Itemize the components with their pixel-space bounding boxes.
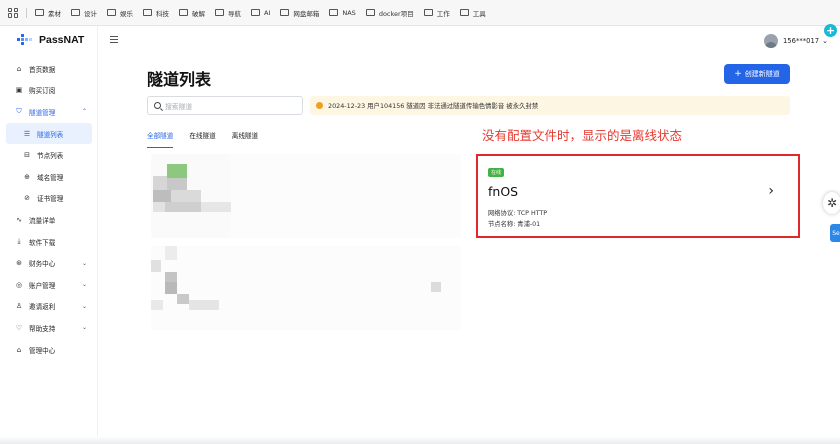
floating-side-button[interactable]: Se [830, 224, 840, 242]
sidebar-item-node-list[interactable]: ⊟ 节点列表 [0, 144, 98, 166]
invite-icon: ♙ [15, 302, 23, 311]
user-menu[interactable]: 156***017 ⌄ [763, 34, 828, 48]
chevron-down-icon: ⌄ [81, 302, 87, 310]
user-name: 156***017 [782, 37, 820, 45]
sidebar-nav: ⌂ 首页数据 ▣ 购买订阅 ⛉ 隧道管理 ⌃ ☰ 隧道列表 ⊟ 节点列表 ⊕ 域名管理 ⊘ 证书… [0, 58, 98, 360]
tunnel-tabs: 全部隧道 在线隧道 离线隧道 [147, 130, 274, 148]
chevron-up-icon: ⌃ [81, 108, 87, 116]
sidebar-item-domains[interactable]: ⊕ 域名管理 [0, 166, 98, 188]
tunnel-node: 节点名称: 青浦-01 [488, 221, 541, 228]
folder-icon [280, 9, 290, 16]
folder-icon [365, 9, 375, 16]
globe-icon: ⊕ [24, 172, 30, 181]
search-placeholder: 搜索隧道 [165, 102, 193, 111]
sidebar-item-downloads[interactable]: ⤓ 软件下载 [0, 231, 98, 253]
plus-icon[interactable]: + [824, 24, 837, 37]
tab-online-tunnels[interactable]: 在线隧道 [189, 130, 215, 148]
folder-icon [143, 9, 152, 16]
search-input[interactable]: 搜索隧道 [147, 96, 303, 115]
sidebar-item-traffic[interactable]: ∿ 流量详单 [0, 209, 98, 231]
chevron-down-icon: ⌄ [81, 324, 87, 332]
brand-name: PassNAT [39, 34, 85, 46]
page-title: 隧道列表 [147, 70, 212, 89]
warning-icon [316, 102, 323, 109]
activity-icon: ∿ [16, 215, 22, 224]
tab-offline-tunnels[interactable]: 离线隧道 [232, 130, 258, 148]
sidebar-item-account[interactable]: ◎ 账户管理 ⌄ [0, 274, 98, 296]
sidebar: PassNAT ⌂ 首页数据 ▣ 购买订阅 ⛉ 隧道管理 ⌃ ☰ 隧道列表 ⊟ 节点列表 ⊕… [0, 26, 98, 444]
tunnel-protocol: 网络协议: TCP HTTP [488, 210, 548, 217]
tunnel-name: fnOS [488, 184, 519, 199]
annotation-text: 没有配置文件时，显示的是离线状态 [482, 128, 683, 143]
sidebar-item-admin[interactable]: ⌂ 管理中心 [0, 339, 98, 361]
main-content: 156***017 ⌄ + 隧道列表 + 创建新隧道 搜索隧道 2024-12-… [99, 24, 840, 444]
admin-icon: ⌂ [16, 345, 22, 354]
floating-tool-icon[interactable]: ✲ [823, 192, 840, 214]
folder-icon [71, 9, 80, 16]
bookmark-folder[interactable]: 网盘邮箱 [280, 8, 319, 18]
folder-icon [35, 9, 44, 16]
cart-icon: ▣ [15, 86, 23, 95]
app-window: PassNAT ⌂ 首页数据 ▣ 购买订阅 ⛉ 隧道管理 ⌃ ☰ 隧道列表 ⊟ 节点列表 ⊕… [0, 24, 840, 444]
folder-icon [251, 9, 260, 16]
chevron-down-icon: ⌄ [81, 281, 87, 289]
shield-icon: ⛉ [16, 107, 22, 116]
folder-icon [329, 9, 339, 16]
list-icon: ☰ [23, 129, 31, 138]
bookmark-separator [26, 7, 27, 18]
bookmark-folder[interactable]: 工作 [423, 8, 450, 18]
bookmark-folder[interactable]: AI [251, 9, 270, 17]
create-tunnel-button[interactable]: + 创建新隧道 [724, 64, 790, 84]
redacted-tunnel-card [151, 246, 461, 330]
sidebar-item-finance[interactable]: ⊛ 财务中心 ⌄ [0, 252, 98, 274]
bookmark-folder[interactable]: 破解 [179, 8, 205, 18]
sidebar-item-invite[interactable]: ♙ 邀请返利 ⌄ [0, 296, 98, 318]
bookmark-folder[interactable]: 娱乐 [107, 8, 133, 18]
apps-grid-icon[interactable] [8, 7, 18, 18]
avatar [763, 34, 778, 48]
bookmark-folder[interactable]: 工具 [459, 8, 486, 18]
redacted-tunnel-card [151, 154, 461, 238]
tunnel-card[interactable]: 在线 fnOS 网络协议: TCP HTTP 节点名称: 青浦-01 › [476, 154, 800, 238]
logo-icon [17, 34, 33, 46]
certificate-icon: ⊘ [24, 194, 30, 203]
sidebar-item-tunnel-list[interactable]: ☰ 隧道列表 [6, 122, 92, 145]
bookmark-folder[interactable]: 素材 [35, 8, 61, 18]
folder-icon [215, 9, 224, 16]
bookmarks-bar: 素材 设计 娱乐 科技 破解 导航 AI 网盘邮箱 NAS docker项目 工… [0, 0, 840, 26]
chevron-right-icon[interactable]: › [768, 183, 774, 199]
bookmark-folder[interactable]: 导航 [215, 8, 241, 18]
folder-icon [107, 9, 116, 16]
bookmark-folder[interactable]: 设计 [71, 8, 97, 18]
chevron-down-icon: ⌄ [81, 259, 87, 267]
status-badge: 在线 [488, 168, 505, 177]
home-icon: ⌂ [16, 64, 22, 73]
server-icon: ⊟ [24, 151, 30, 160]
chevron-down-icon: ⌄ [822, 37, 828, 45]
bookmark-folder[interactable]: NAS [329, 9, 356, 17]
finance-icon: ⊛ [16, 259, 22, 268]
bookmark-folder[interactable]: docker项目 [365, 8, 414, 18]
notice-text: 2024-12-23 用户104156 隧道因 非法通过隧道传输色情影音 被永久… [328, 102, 539, 110]
brand-logo[interactable]: PassNAT [17, 34, 84, 46]
account-icon: ◎ [15, 280, 23, 289]
folder-icon [459, 9, 469, 16]
sidebar-item-certificates[interactable]: ⊘ 证书管理 [0, 188, 98, 210]
tab-all-tunnels[interactable]: 全部隧道 [147, 130, 174, 148]
sidebar-item-dashboard[interactable]: ⌂ 首页数据 [0, 58, 98, 80]
plus-icon: + [734, 69, 742, 79]
folder-icon [179, 9, 188, 16]
notice-banner: 2024-12-23 用户104156 隧道因 非法通过隧道传输色情影音 被永久… [310, 96, 790, 115]
download-icon: ⤓ [17, 237, 21, 246]
window-bottom-edge [0, 436, 840, 444]
sidebar-item-tunnel-management[interactable]: ⛉ 隧道管理 ⌃ [0, 101, 98, 123]
bookmark-folder[interactable]: 科技 [143, 8, 169, 18]
search-icon [154, 102, 161, 109]
sidebar-item-subscribe[interactable]: ▣ 购买订阅 [0, 80, 98, 102]
sidebar-item-help[interactable]: ♡ 帮助支持 ⌄ [0, 317, 98, 339]
help-icon: ♡ [15, 323, 23, 332]
folder-icon [423, 9, 433, 16]
